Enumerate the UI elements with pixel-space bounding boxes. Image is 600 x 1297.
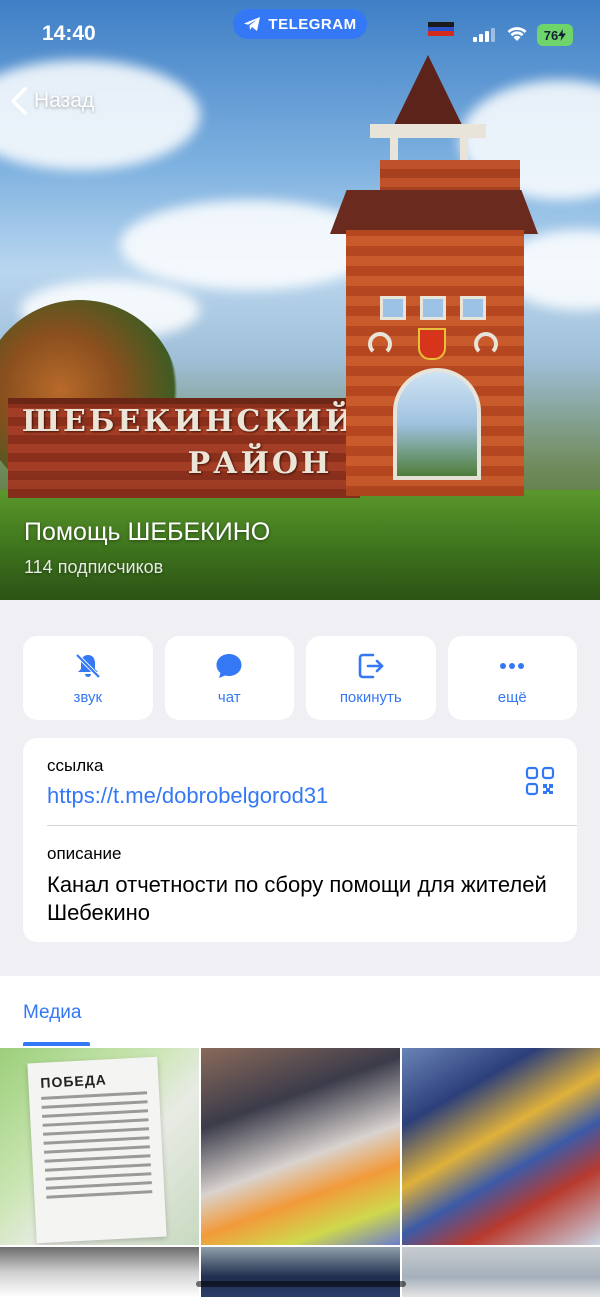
chevron-left-icon — [11, 87, 27, 115]
back-button[interactable]: Назад — [10, 86, 94, 116]
channel-link[interactable]: https://t.me/dobrobelgorod31 — [47, 783, 328, 809]
channel-title: Помощь ШЕБЕКИНО — [24, 518, 271, 546]
action-row: звук чат покинуть ещё — [23, 636, 577, 720]
wifi-icon — [507, 27, 527, 41]
telegram-plane-icon — [244, 17, 261, 31]
media-grid: ПОБЕДА — [0, 1048, 600, 1297]
media-thumbnail-clothes-rack[interactable] — [402, 1048, 600, 1245]
more-button[interactable]: ещё — [447, 636, 577, 720]
charging-bolt-icon — [558, 29, 567, 41]
leave-label: покинуть — [339, 688, 402, 706]
link-label: ссылка — [47, 756, 104, 775]
subscriber-count: 114 подписчиков — [24, 557, 164, 577]
sign-line-1: ШЕБЕКИНСКИЙ — [22, 404, 357, 439]
tab-media[interactable]: Медиа — [23, 1002, 81, 1024]
media-thumbnail-boxes[interactable] — [0, 1247, 199, 1297]
telegram-badge[interactable]: TELEGRAM — [233, 9, 367, 39]
bell-muted-icon — [75, 653, 101, 678]
chat-label: чат — [217, 688, 241, 706]
media-thumbnail-receipt[interactable]: ПОБЕДА — [0, 1048, 199, 1245]
shared-media-section: Медиа ПОБЕДА — [0, 976, 600, 1297]
leave-button[interactable]: покинуть — [306, 636, 436, 720]
more-icon — [500, 662, 525, 669]
battery-indicator: 76 — [537, 24, 573, 46]
description-label: описание — [47, 844, 122, 863]
channel-description: Канал отчетности по сбору помощи для жит… — [47, 872, 547, 925]
status-time: 14:40 — [42, 22, 96, 45]
cellular-signal-icon — [473, 28, 495, 42]
leave-icon — [358, 653, 384, 678]
channel-info-card: ссылка https://t.me/dobrobelgorod31 опис… — [23, 738, 577, 942]
media-thumbnail-clothes[interactable] — [201, 1048, 400, 1245]
qr-code-icon[interactable] — [525, 766, 555, 796]
flag-icon — [428, 22, 454, 36]
media-thumbnail-volunteer[interactable] — [201, 1247, 400, 1297]
battery-level: 76 — [543, 27, 559, 43]
info-divider — [47, 825, 577, 826]
receipt-brand-text: ПОБЕДА — [39, 1071, 108, 1091]
mute-label: звук — [73, 688, 103, 706]
media-thumbnail-bags[interactable] — [402, 1247, 600, 1297]
tab-media-underline — [23, 1042, 90, 1046]
telegram-badge-label: TELEGRAM — [268, 15, 357, 33]
more-label: ещё — [497, 688, 527, 706]
home-indicator[interactable] — [196, 1281, 406, 1287]
chat-bubble-icon — [216, 653, 242, 678]
back-label: Назад — [34, 89, 95, 112]
mute-button[interactable]: звук — [23, 636, 153, 720]
chat-button[interactable]: чат — [164, 636, 294, 720]
